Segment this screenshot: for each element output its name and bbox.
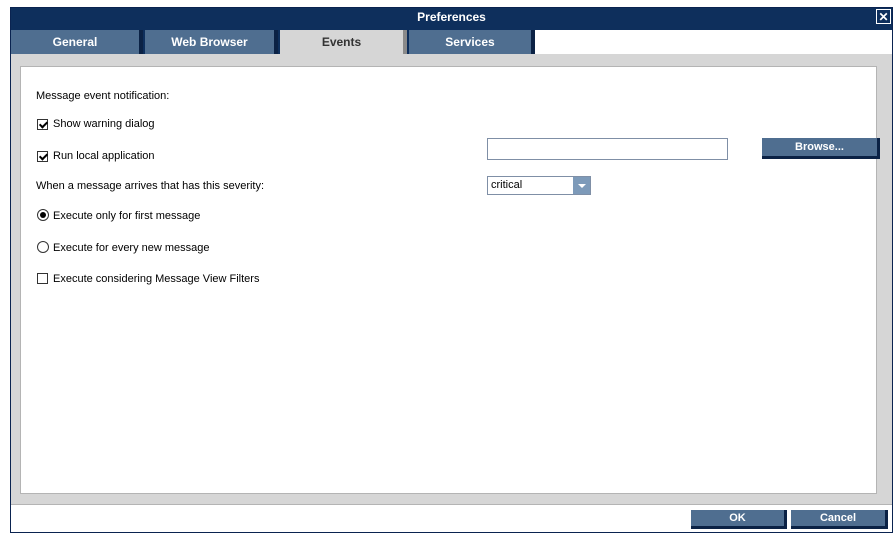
tab-events[interactable]: Events [280,30,407,54]
tab-strip: General Web Browser Events Services [11,27,892,54]
close-icon[interactable]: ✕ [876,9,891,24]
application-path-input[interactable] [487,138,728,160]
chevron-down-icon[interactable] [573,177,590,194]
tab-services[interactable]: Services [409,30,535,54]
execute-every-radio[interactable] [37,241,49,253]
execute-first-label: Execute only for first message [53,210,201,222]
section-label: Message event notification: [36,90,170,102]
window-title: Preferences [417,10,486,24]
tab-web-browser[interactable]: Web Browser [145,30,278,54]
view-filters-checkbox[interactable] [37,273,48,284]
severity-select[interactable]: critical [487,176,591,195]
execute-every-label: Execute for every new message [53,242,210,254]
execute-first-radio[interactable] [37,209,49,221]
tab-general[interactable]: General [11,30,143,54]
show-warning-label: Show warning dialog [53,118,155,130]
run-local-checkbox[interactable] [37,151,48,162]
footer-separator [11,504,892,505]
severity-value: critical [491,179,523,191]
cancel-button[interactable]: Cancel [791,510,888,529]
ok-button[interactable]: OK [691,510,787,529]
run-local-label: Run local application [53,150,155,162]
tab-strip-fill [535,30,892,54]
show-warning-checkbox[interactable] [37,119,48,130]
browse-button[interactable]: Browse... [762,138,880,159]
events-panel: Message event notification: Show warning… [20,66,880,494]
severity-label: When a message arrives that has this sev… [36,180,265,192]
preferences-window: Preferences ✕ General Web Browser Events… [10,7,893,533]
title-bar: Preferences ✕ [11,8,892,27]
tab-panel-frame: Message event notification: Show warning… [11,54,892,504]
view-filters-label: Execute considering Message View Filters [53,273,260,285]
